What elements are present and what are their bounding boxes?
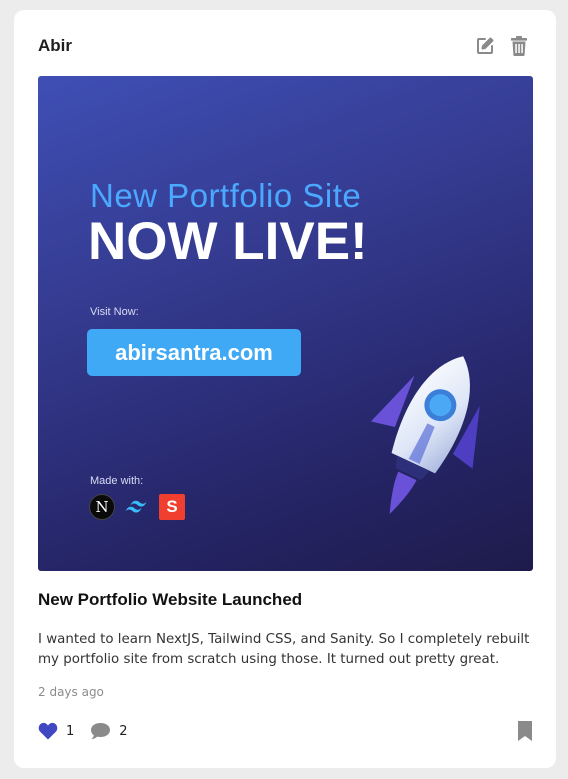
like-button[interactable]: 1	[38, 722, 74, 740]
post-description: I wanted to learn NextJS, Tailwind CSS, …	[38, 632, 530, 667]
sanity-logo: S	[159, 494, 185, 520]
trash-icon[interactable]	[506, 34, 532, 58]
tech-logos: N S	[89, 494, 185, 520]
post-timestamp: 2 days ago	[38, 685, 104, 699]
post-image[interactable]: New Portfolio Site NOW LIVE! Visit Now: …	[38, 76, 533, 571]
banner-made-with-label: Made with:	[90, 475, 144, 487]
comment-button[interactable]: 2	[90, 722, 128, 740]
post-actions-top	[472, 34, 532, 58]
post-card: Abir New Portfolio Site NOW LIVE! Visit …	[14, 10, 556, 768]
edit-icon[interactable]	[472, 34, 498, 58]
rocket-illustration	[371, 356, 480, 514]
bookmark-icon[interactable]	[517, 720, 533, 742]
like-count: 1	[66, 723, 75, 739]
post-title: New Portfolio Website Launched	[38, 590, 303, 609]
nextjs-logo: N	[89, 494, 115, 520]
banner-subtitle: New Portfolio Site	[90, 177, 362, 214]
author-name: Abir	[38, 36, 72, 55]
banner-visit-label: Visit Now:	[90, 306, 139, 318]
comment-icon[interactable]	[90, 722, 111, 740]
banner-url-badge: abirsantra.com	[87, 329, 301, 376]
tailwind-logo	[124, 494, 150, 520]
post-actions: 1 2	[38, 720, 144, 742]
banner-headline: NOW LIVE!	[88, 212, 368, 271]
post-header: Abir	[38, 34, 532, 58]
heart-icon[interactable]	[38, 722, 58, 740]
comment-count: 2	[119, 723, 128, 739]
